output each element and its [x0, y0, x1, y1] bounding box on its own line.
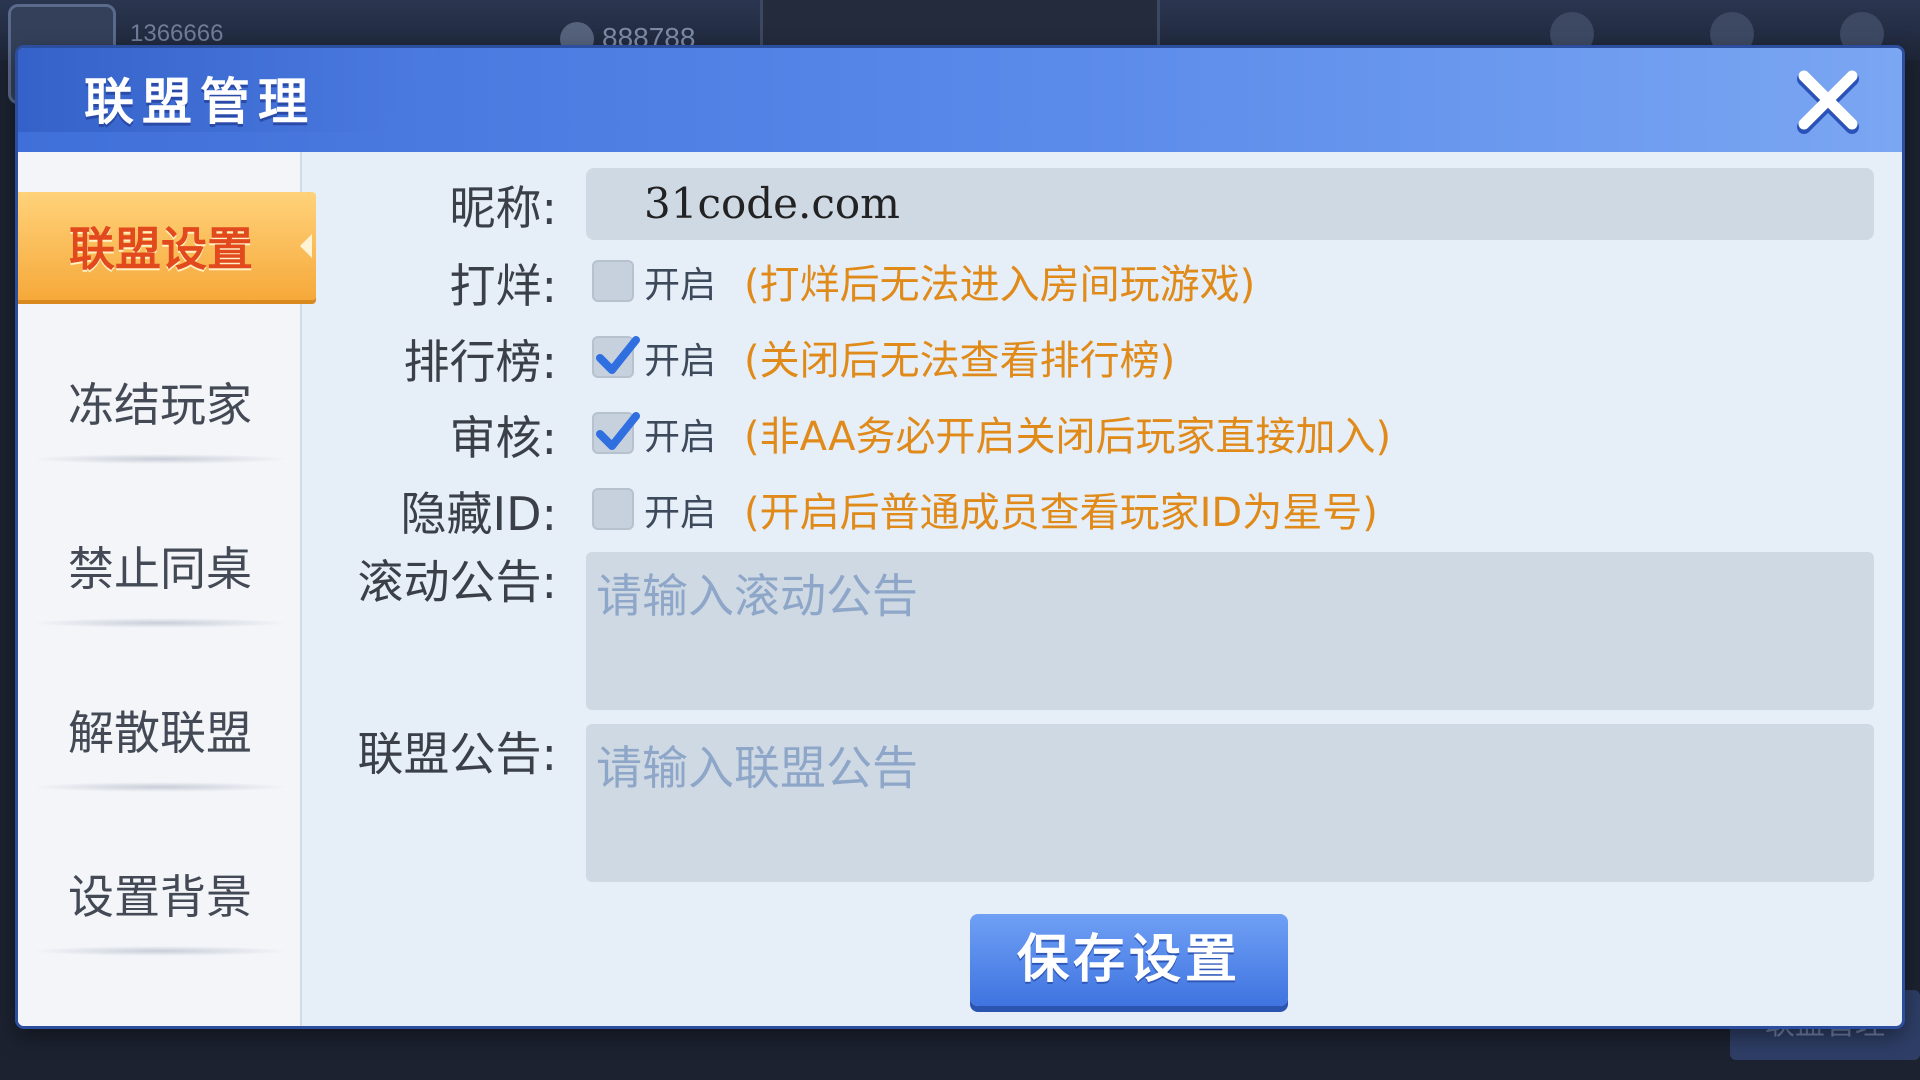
alliance-management-dialog: 联盟管理 联盟设置 冻结玩家 禁止同桌 解散联盟 设置背景 昵称: 31code… — [18, 48, 1902, 1026]
settings-form: 昵称: 31code.com 打烊: 开启 (打烊后无法进入房间玩游戏) 排行榜… — [302, 152, 1902, 1026]
leaderboard-label: 排行榜: — [403, 335, 558, 389]
save-settings-button[interactable]: 保存设置 — [970, 914, 1288, 1006]
sidebar-item-label: 设置背景 — [68, 870, 252, 924]
sidebar-item-alliance-settings[interactable]: 联盟设置 — [18, 192, 316, 300]
sidebar-item-label: 解散联盟 — [68, 706, 252, 760]
review-checkbox[interactable] — [592, 412, 640, 454]
closing-label: 打烊: — [449, 259, 558, 313]
hide-id-label: 隐藏ID: — [400, 487, 558, 541]
hide-id-hint: (开启后普通成员查看玩家ID为星号) — [744, 490, 1378, 536]
nickname-label: 昵称: — [449, 181, 558, 235]
closing-checkbox[interactable] — [592, 260, 634, 302]
close-button[interactable] — [1790, 62, 1866, 138]
review-label: 审核: — [449, 411, 558, 465]
closing-hint: (打烊后无法进入房间玩游戏) — [744, 262, 1256, 308]
scroll-notice-label: 滚动公告: — [357, 555, 558, 609]
leaderboard-option-label: 开启 — [644, 341, 717, 382]
sidebar-item-freeze-player[interactable]: 冻结玩家 — [18, 346, 302, 464]
scroll-notice-input[interactable]: 请输入滚动公告 — [586, 552, 1874, 710]
dialog-title: 联盟管理 — [84, 73, 316, 131]
dialog-header: 联盟管理 — [18, 48, 1902, 152]
sidebar-item-label: 禁止同桌 — [68, 542, 252, 596]
nickname-input[interactable]: 31code.com — [586, 168, 1874, 240]
review-option-label: 开启 — [644, 417, 717, 458]
sidebar-item-label: 冻结玩家 — [68, 378, 252, 432]
leaderboard-checkbox[interactable] — [592, 336, 640, 378]
checkmark-icon — [596, 336, 640, 374]
sidebar-item-dissolve-alliance[interactable]: 解散联盟 — [18, 674, 302, 792]
sidebar-item-label: 联盟设置 — [69, 222, 253, 276]
alliance-notice-input[interactable]: 请输入联盟公告 — [586, 724, 1874, 882]
sidebar: 联盟设置 冻结玩家 禁止同桌 解散联盟 设置背景 — [18, 152, 316, 1026]
top-center-panel — [760, 0, 1160, 50]
hide-id-checkbox[interactable] — [592, 488, 634, 530]
review-hint: (非AA务必开启关闭后玩家直接加入) — [744, 414, 1392, 460]
close-icon — [1797, 70, 1859, 134]
sidebar-item-set-background[interactable]: 设置背景 — [18, 838, 302, 956]
closing-option-label: 开启 — [644, 265, 717, 306]
sidebar-item-ban-same-table[interactable]: 禁止同桌 — [18, 510, 302, 628]
player-id: 1366666 — [130, 20, 224, 47]
leaderboard-hint: (关闭后无法查看排行榜) — [744, 338, 1176, 384]
alliance-notice-label: 联盟公告: — [357, 727, 558, 781]
hide-id-option-label: 开启 — [644, 493, 717, 534]
checkmark-icon — [596, 412, 640, 450]
